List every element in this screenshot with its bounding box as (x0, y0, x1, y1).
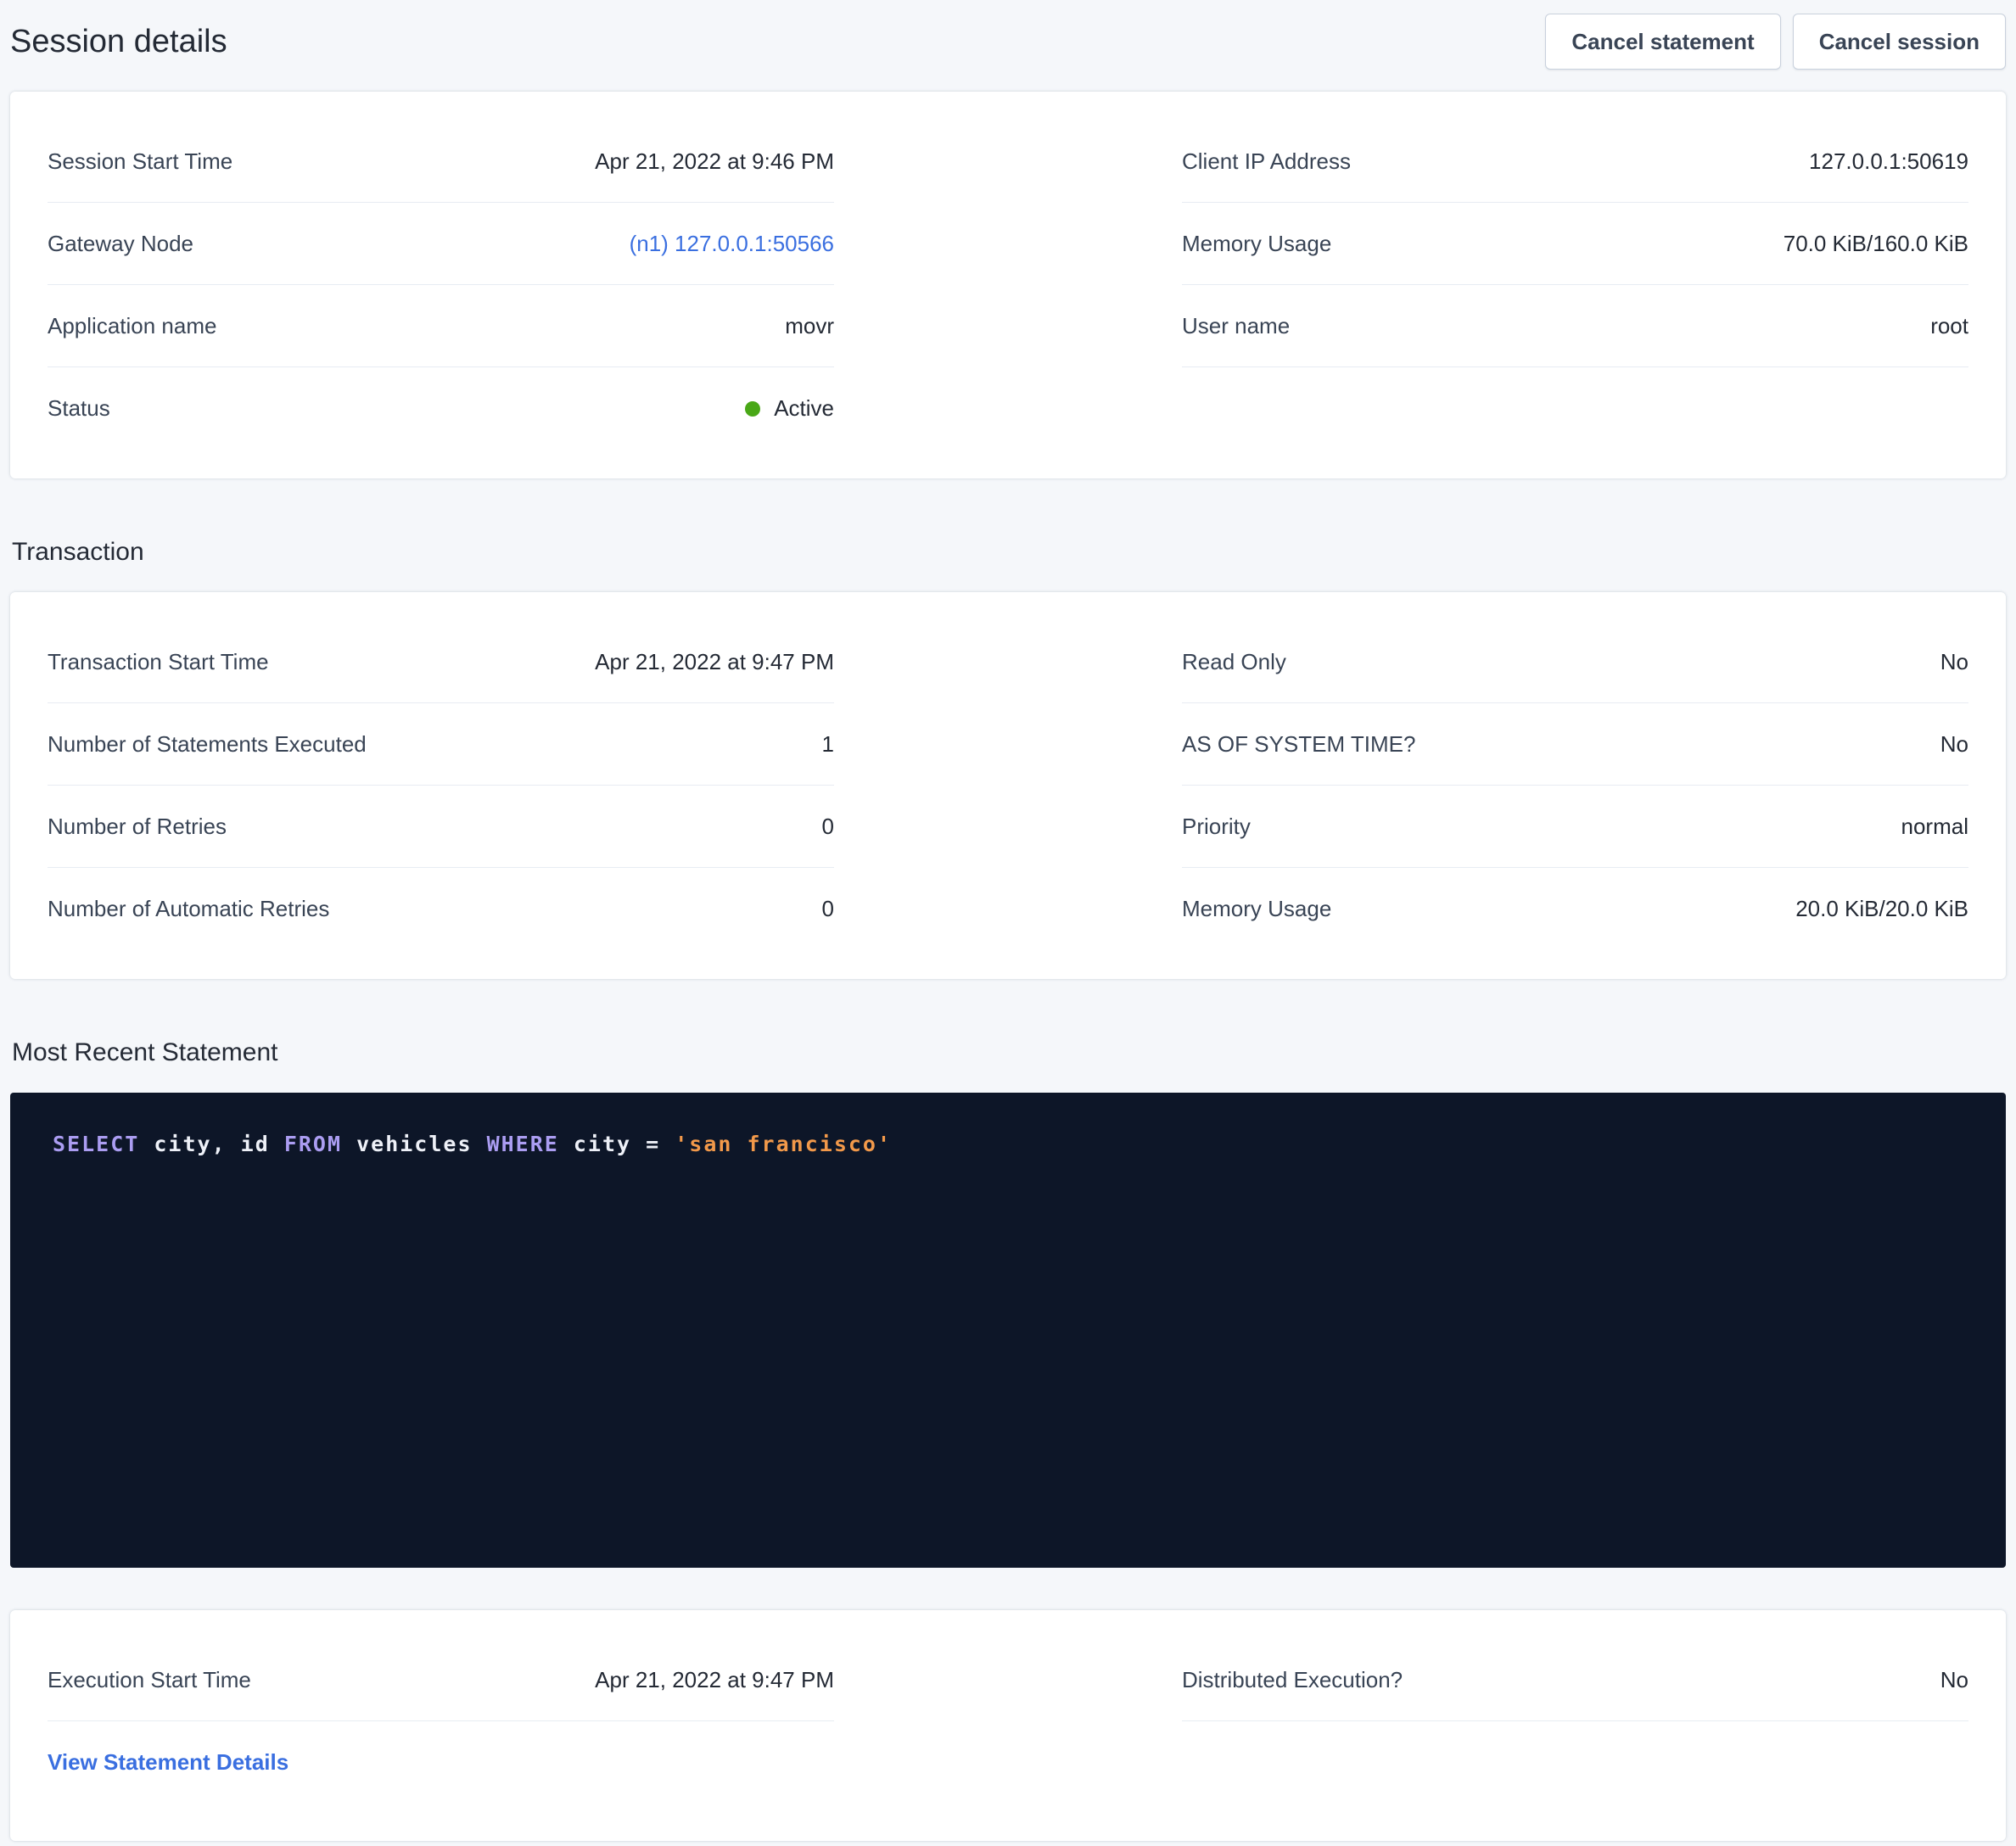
row-label: Transaction Start Time (48, 649, 269, 675)
table-row: Read Only No (1182, 621, 1968, 703)
session-card-right-column: Client IP Address 127.0.0.1:50619 Memory… (1182, 120, 1968, 367)
row-label: Number of Retries (48, 814, 227, 840)
execution-start-time-value: Apr 21, 2022 at 9:47 PM (595, 1667, 834, 1693)
row-label: Execution Start Time (48, 1667, 251, 1693)
retries-value: 0 (822, 814, 834, 840)
most-recent-statement-heading: Most Recent Statement (12, 1038, 2006, 1067)
application-name-value: movr (785, 313, 834, 339)
sql-keyword: SELECT (53, 1132, 139, 1156)
transaction-section-heading: Transaction (12, 538, 2006, 567)
table-row: Transaction Start Time Apr 21, 2022 at 9… (48, 621, 834, 703)
statements-executed-value: 1 (822, 731, 834, 758)
table-row: Number of Automatic Retries 0 (48, 868, 834, 950)
table-row: Priority normal (1182, 786, 1968, 868)
row-label: Application name (48, 313, 216, 339)
user-name-value: root (1930, 313, 1968, 339)
table-row: Application name movr (48, 285, 834, 367)
memory-usage-value: 70.0 KiB/160.0 KiB (1784, 231, 1968, 257)
table-row: Number of Statements Executed 1 (48, 703, 834, 786)
transaction-memory-usage-value: 20.0 KiB/20.0 KiB (1795, 896, 1968, 922)
header-actions: Cancel statement Cancel session (1545, 14, 2006, 70)
table-row: Client IP Address 127.0.0.1:50619 (1182, 120, 1968, 203)
execution-card: Execution Start Time Apr 21, 2022 at 9:4… (10, 1610, 2006, 1841)
read-only-value: No (1940, 649, 1968, 675)
transaction-start-time-value: Apr 21, 2022 at 9:47 PM (595, 649, 834, 675)
status-badge: Active (745, 395, 834, 422)
table-row: Gateway Node (n1) 127.0.0.1:50566 (48, 203, 834, 285)
sql-statement-text: SELECT city, id FROM vehicles WHERE city… (53, 1132, 1963, 1156)
execution-card-left-column: Execution Start Time Apr 21, 2022 at 9:4… (48, 1639, 834, 1804)
status-value: Active (774, 395, 834, 422)
table-row: Session Start Time Apr 21, 2022 at 9:46 … (48, 120, 834, 203)
row-label: AS OF SYSTEM TIME? (1182, 731, 1415, 758)
priority-value: normal (1901, 814, 1968, 840)
session-card-left-column: Session Start Time Apr 21, 2022 at 9:46 … (48, 120, 834, 450)
session-summary-card: Session Start Time Apr 21, 2022 at 9:46 … (10, 92, 2006, 478)
sql-plain: city = (559, 1132, 675, 1156)
row-label: Gateway Node (48, 231, 193, 257)
row-label: Status (48, 395, 110, 422)
session-details-page: Session details Cancel statement Cancel … (0, 0, 2016, 1841)
table-row: Memory Usage 70.0 KiB/160.0 KiB (1182, 203, 1968, 285)
transaction-card-left-column: Transaction Start Time Apr 21, 2022 at 9… (48, 621, 834, 950)
row-label: User name (1182, 313, 1290, 339)
status-active-dot-icon (745, 401, 760, 417)
table-row: Execution Start Time Apr 21, 2022 at 9:4… (48, 1639, 834, 1721)
table-row: AS OF SYSTEM TIME? No (1182, 703, 1968, 786)
table-row: Memory Usage 20.0 KiB/20.0 KiB (1182, 868, 1968, 950)
page-header: Session details Cancel statement Cancel … (10, 14, 2006, 70)
execution-card-right-column: Distributed Execution? No (1182, 1639, 1968, 1721)
sql-plain: city, id (139, 1132, 284, 1156)
as-of-system-time-value: No (1940, 731, 1968, 758)
gateway-node-link[interactable]: (n1) 127.0.0.1:50566 (630, 231, 834, 257)
client-ip-value: 127.0.0.1:50619 (1809, 148, 1968, 175)
row-label: Session Start Time (48, 148, 232, 175)
sql-string-literal: 'san francisco' (675, 1132, 892, 1156)
cancel-session-button[interactable]: Cancel session (1793, 14, 2006, 70)
table-row: Status Active (48, 367, 834, 450)
sql-statement-box: SELECT city, id FROM vehicles WHERE city… (10, 1093, 2006, 1568)
row-label: Priority (1182, 814, 1251, 840)
transaction-card-right-column: Read Only No AS OF SYSTEM TIME? No Prior… (1182, 621, 1968, 950)
automatic-retries-value: 0 (822, 896, 834, 922)
sql-plain: vehicles (342, 1132, 487, 1156)
table-row: View Statement Details (48, 1721, 834, 1804)
sql-keyword: WHERE (487, 1132, 559, 1156)
row-label: Read Only (1182, 649, 1286, 675)
table-row: Number of Retries 0 (48, 786, 834, 868)
row-label: Number of Statements Executed (48, 731, 367, 758)
cancel-statement-button[interactable]: Cancel statement (1545, 14, 1780, 70)
row-label: Client IP Address (1182, 148, 1351, 175)
session-start-time-value: Apr 21, 2022 at 9:46 PM (595, 148, 834, 175)
row-label: Memory Usage (1182, 896, 1331, 922)
sql-keyword: FROM (284, 1132, 342, 1156)
row-label: Memory Usage (1182, 231, 1331, 257)
row-label: Distributed Execution? (1182, 1667, 1403, 1693)
transaction-card: Transaction Start Time Apr 21, 2022 at 9… (10, 592, 2006, 979)
page-title: Session details (10, 24, 227, 60)
row-label: Number of Automatic Retries (48, 896, 329, 922)
distributed-execution-value: No (1940, 1667, 1968, 1693)
table-row: Distributed Execution? No (1182, 1639, 1968, 1721)
table-row: User name root (1182, 285, 1968, 367)
view-statement-details-link[interactable]: View Statement Details (48, 1749, 288, 1776)
